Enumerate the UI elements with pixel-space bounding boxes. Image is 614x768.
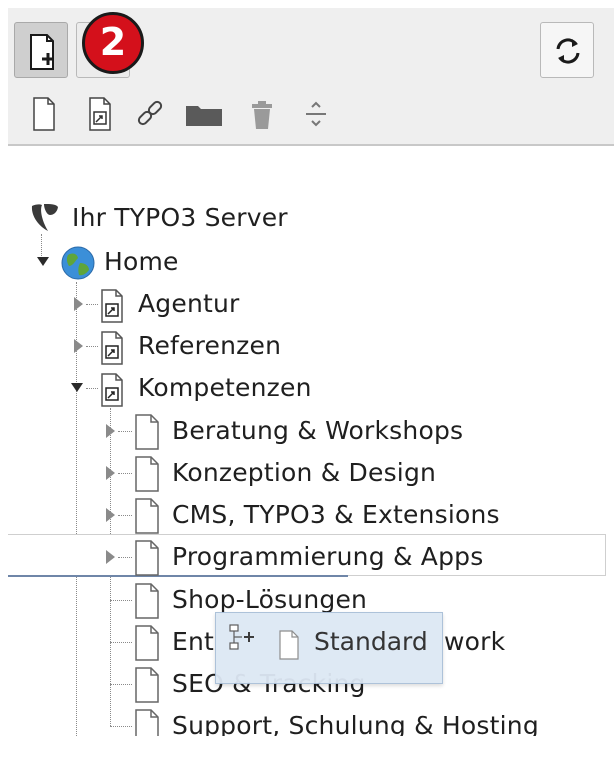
new-page-button[interactable]	[14, 22, 68, 78]
folder-icon[interactable]	[184, 94, 224, 134]
tree-item-beratung[interactable]: Beratung & Workshops	[0, 411, 614, 451]
tree-root-label: Ihr TYPO3 Server	[72, 203, 288, 232]
tree-item-kompetenzen[interactable]: Kompetenzen	[0, 368, 614, 408]
tree-item-label: Home	[104, 247, 179, 276]
page-margin	[0, 736, 614, 768]
refresh-button[interactable]	[540, 22, 594, 78]
tree-item-label: CMS, TYPO3 & Extensions	[172, 500, 500, 529]
page-icon	[135, 667, 159, 703]
tree-item-cms[interactable]: CMS, TYPO3 & Extensions	[0, 495, 614, 535]
tree-item-agentur[interactable]: Agentur	[0, 284, 614, 324]
tree-item-label: Konzeption & Design	[172, 458, 437, 487]
page-icon	[135, 498, 159, 534]
new-page-icon	[30, 34, 54, 70]
drag-preview-label: Standard	[314, 627, 428, 656]
tree-item-label: Kompetenzen	[138, 373, 312, 402]
tree-item-label-end: work	[444, 627, 506, 656]
collapsed-toggle-icon[interactable]	[104, 465, 118, 481]
link-icon[interactable]	[134, 94, 166, 134]
expanded-toggle-icon[interactable]	[36, 254, 50, 270]
typo3-logo-icon	[31, 204, 58, 231]
tree-item-home[interactable]: Home	[0, 242, 614, 282]
tree-item-label-start: Ent	[172, 627, 215, 656]
page-icon	[135, 540, 159, 576]
shortcut-page-icon[interactable]	[84, 94, 116, 134]
page-icon[interactable]	[28, 94, 60, 134]
page-icon	[135, 456, 159, 492]
step-badge: 2	[82, 12, 144, 74]
shortcut-page-icon	[101, 289, 123, 323]
tree-item-referenzen[interactable]: Referenzen	[0, 326, 614, 366]
collapsed-toggle-icon[interactable]	[72, 338, 86, 354]
collapsed-toggle-icon[interactable]	[104, 507, 118, 523]
collapsed-toggle-icon[interactable]	[104, 549, 118, 565]
tree-item-label: Beratung & Workshops	[172, 416, 464, 445]
shortcut-page-icon	[101, 331, 123, 365]
page-icon	[279, 630, 299, 660]
page-icon	[135, 414, 159, 450]
tree-item-label: Referenzen	[138, 331, 282, 360]
trash-icon[interactable]	[246, 94, 278, 134]
tree-item-label: Programmierung & Apps	[172, 542, 484, 571]
page-icon	[135, 625, 159, 661]
refresh-icon	[556, 38, 580, 64]
page-tree-toolbar: 2	[8, 8, 614, 146]
tree-item-programmierung[interactable]: Programmierung & Apps	[0, 537, 614, 577]
collapsed-toggle-icon[interactable]	[72, 296, 86, 312]
collapsed-toggle-icon[interactable]	[104, 423, 118, 439]
tree-item-konzeption[interactable]: Konzeption & Design	[0, 453, 614, 493]
divider-icon[interactable]	[300, 94, 332, 134]
insert-position-icon	[229, 624, 254, 650]
tree-item-label: Agentur	[138, 289, 240, 318]
shortcut-page-icon	[101, 373, 123, 407]
globe-icon	[61, 246, 95, 280]
drag-preview[interactable]: Standard	[215, 612, 443, 684]
tree-root[interactable]: Ihr TYPO3 Server	[0, 198, 614, 238]
page-icon	[135, 583, 159, 619]
expanded-toggle-icon[interactable]	[70, 380, 84, 396]
